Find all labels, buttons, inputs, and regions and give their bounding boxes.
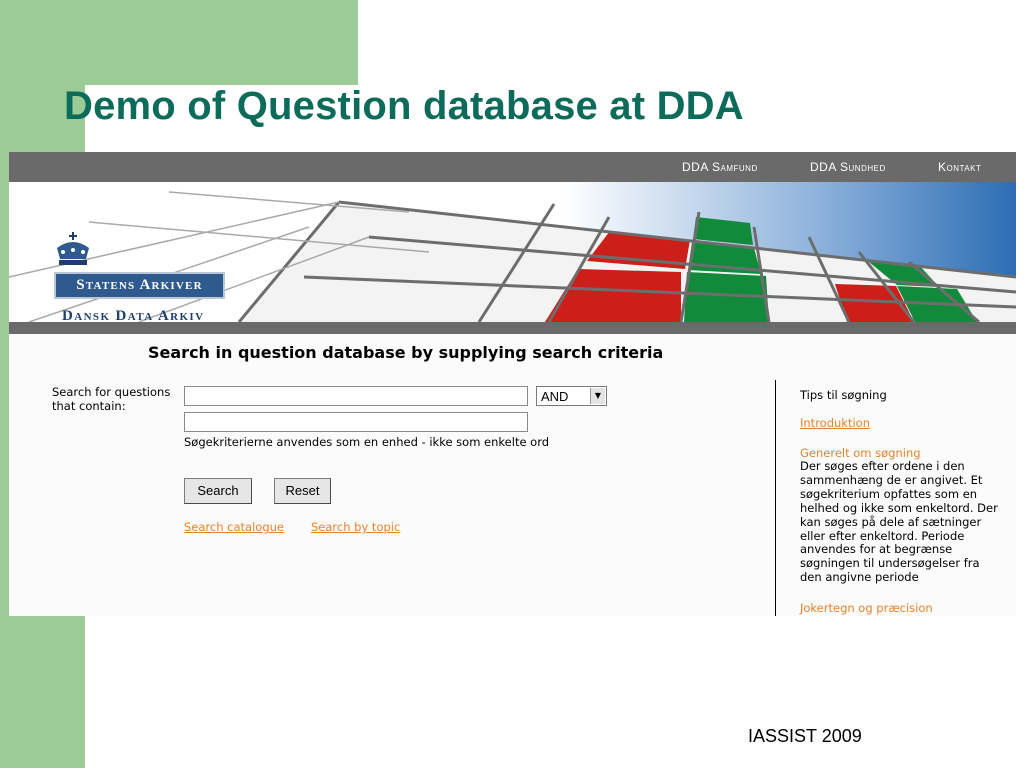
- slide-title: Demo of Question database at DDA: [64, 84, 744, 128]
- search-page-content: Search in question database by supplying…: [9, 334, 1016, 616]
- search-label: Search for questions that contain:: [52, 385, 171, 413]
- search-hint: Søgekriterierne anvendes som en enhed - …: [184, 435, 550, 449]
- nav-link-dda-sundhed[interactable]: DDA Sundhed: [810, 160, 886, 174]
- website-screenshot: DDA Samfund DDA Sundhed Kontakt Statens …: [9, 152, 1016, 616]
- nav-link-dda-samfund[interactable]: DDA Samfund: [682, 160, 758, 174]
- search-catalogue-link[interactable]: Search catalogue: [184, 520, 284, 534]
- search-input-secondary[interactable]: [184, 412, 528, 432]
- tips-link-generelt[interactable]: Generelt om søgning: [800, 446, 921, 460]
- search-button[interactable]: Search: [184, 478, 252, 504]
- nav-link-kontakt[interactable]: Kontakt: [938, 160, 981, 174]
- tips-link-jokertegn[interactable]: Jokertegn og præcision: [800, 601, 933, 615]
- search-by-topic-link[interactable]: Search by topic: [311, 520, 400, 534]
- tips-title: Tips til søgning: [800, 388, 887, 402]
- logo-subtitle: Dansk Data Arkiv: [62, 308, 205, 322]
- header-banner: Statens Arkiver Dansk Data Arkiv: [9, 182, 1016, 322]
- search-heading: Search in question database by supplying…: [148, 343, 664, 362]
- banner-bottom-bar: [9, 322, 1016, 334]
- grid-tiles-graphic: [9, 182, 1016, 322]
- reset-button[interactable]: Reset: [274, 478, 331, 504]
- tips-link-introduktion[interactable]: Introduktion: [800, 416, 870, 430]
- tips-general-text: Der søges efter ordene i den sammenhæng …: [800, 459, 998, 585]
- dropdown-arrow-icon[interactable]: ▼: [590, 388, 605, 404]
- slide-green-band-top: [0, 0, 358, 85]
- operator-select-value: AND: [541, 389, 569, 404]
- slide-footer: IASSIST 2009: [748, 726, 862, 746]
- search-input-primary[interactable]: [184, 386, 528, 406]
- sidebar-divider: [775, 380, 776, 616]
- operator-select[interactable]: AND ▼: [536, 386, 607, 406]
- crown-icon: [57, 232, 89, 265]
- top-nav-bar: DDA Samfund DDA Sundhed Kontakt: [9, 152, 1016, 182]
- logo-text-box: Statens Arkiver: [54, 272, 225, 299]
